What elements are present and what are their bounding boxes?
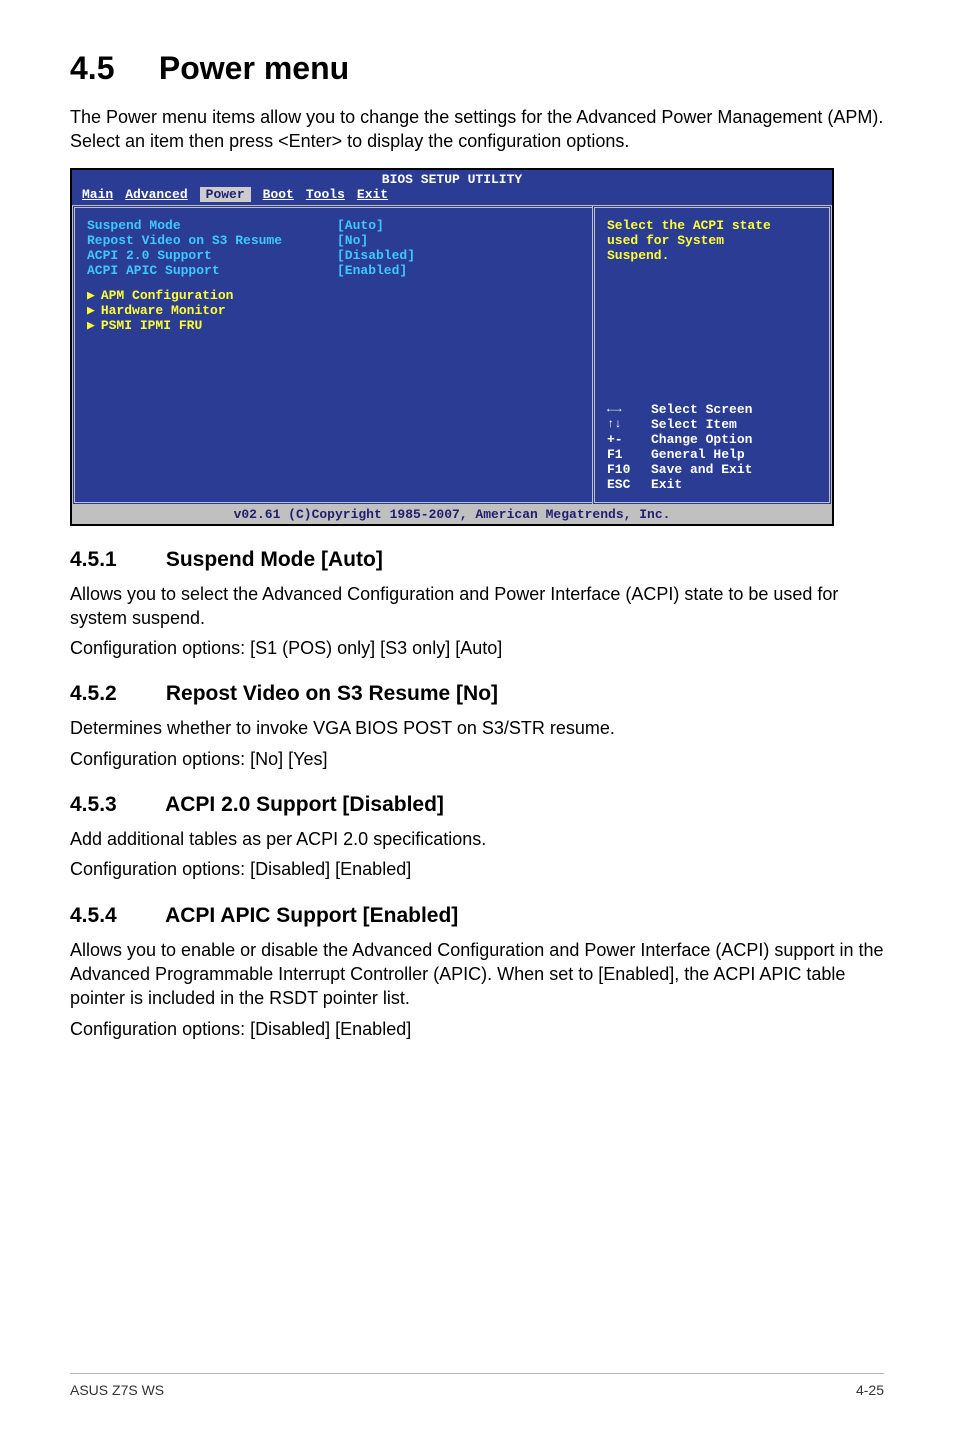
bios-submenu-hardware-monitor[interactable]: ▶ Hardware Monitor (87, 303, 580, 318)
key-label: F10 (607, 462, 651, 477)
subsection-title: Repost Video on S3 Resume [No] (166, 682, 498, 705)
bios-item-value: [No] (337, 233, 368, 248)
body-text: Determines whether to invoke VGA BIOS PO… (70, 716, 884, 740)
bios-item-value: [Disabled] (337, 248, 415, 263)
subsection-heading: 4.5.2 Repost Video on S3 Resume [No] (70, 682, 884, 706)
key-label: ←→ (607, 402, 651, 417)
subsection-title: Suspend Mode [Auto] (166, 548, 383, 571)
section-heading: 4.5 Power menu (70, 50, 884, 87)
bios-item-label: ACPI 2.0 Support (87, 248, 337, 263)
body-text: Allows you to select the Advanced Config… (70, 582, 884, 631)
subsection-heading: 4.5.3 ACPI 2.0 Support [Disabled] (70, 793, 884, 817)
bios-tab-advanced[interactable]: Advanced (125, 187, 187, 202)
bios-item-label: ACPI APIC Support (87, 263, 337, 278)
bios-tab-exit[interactable]: Exit (357, 187, 388, 202)
subsection-number: 4.5.4 (70, 904, 160, 928)
key-desc: Exit (651, 477, 682, 492)
key-desc: Change Option (651, 432, 752, 447)
bios-footer: v02.61 (C)Copyright 1985-2007, American … (72, 505, 832, 524)
bios-item-value: [Auto] (337, 218, 384, 233)
key-label: ↑↓ (607, 417, 651, 432)
body-text: Configuration options: [S1 (POS) only] [… (70, 636, 884, 660)
subsection-number: 4.5.3 (70, 793, 160, 817)
triangle-right-icon: ▶ (87, 318, 95, 333)
key-desc: Select Item (651, 417, 737, 432)
footer-left: ASUS Z7S WS (70, 1382, 164, 1398)
key-desc: Save and Exit (651, 462, 752, 477)
key-desc: Select Screen (651, 402, 752, 417)
bios-help-line: Select the ACPI state (607, 218, 817, 233)
body-text: Add additional tables as per ACPI 2.0 sp… (70, 827, 884, 851)
subsection-heading: 4.5.4 ACPI APIC Support [Enabled] (70, 904, 884, 928)
bios-key-legend: ←→Select Screen ↑↓Select Item +-Change O… (607, 402, 817, 492)
key-label: ESC (607, 477, 651, 492)
bios-item-label: Suspend Mode (87, 218, 337, 233)
triangle-right-icon: ▶ (87, 303, 95, 318)
body-text: Allows you to enable or disable the Adva… (70, 938, 884, 1011)
bios-item-value: [Enabled] (337, 263, 407, 278)
subsection-number: 4.5.1 (70, 548, 160, 572)
bios-submenu-label: APM Configuration (101, 288, 234, 303)
body-text: Configuration options: [No] [Yes] (70, 747, 884, 771)
footer-right: 4-25 (856, 1382, 884, 1398)
body-text: Configuration options: [Disabled] [Enabl… (70, 1017, 884, 1041)
bios-tab-boot[interactable]: Boot (263, 187, 294, 202)
bios-help-line: Suspend. (607, 248, 817, 263)
bios-help-line: used for System (607, 233, 817, 248)
bios-left-pane: Suspend Mode [Auto] Repost Video on S3 R… (72, 205, 592, 505)
section-title-text: Power menu (159, 50, 349, 86)
bios-figure: BIOS SETUP UTILITY Main Advanced Power B… (70, 168, 834, 526)
bios-submenu-label: PSMI IPMI FRU (101, 318, 202, 333)
bios-right-pane: Select the ACPI state used for System Su… (592, 205, 832, 505)
section-intro: The Power menu items allow you to change… (70, 105, 884, 154)
bios-item-repost-video[interactable]: Repost Video on S3 Resume [No] (87, 233, 580, 248)
section-number: 4.5 (70, 50, 150, 87)
bios-item-acpi-apic[interactable]: ACPI APIC Support [Enabled] (87, 263, 580, 278)
bios-help-text: Select the ACPI state used for System Su… (607, 218, 817, 263)
subsection-title: ACPI 2.0 Support [Disabled] (165, 793, 444, 816)
bios-submenu-label: Hardware Monitor (101, 303, 226, 318)
bios-tab-tools[interactable]: Tools (306, 187, 345, 202)
key-desc: General Help (651, 447, 745, 462)
bios-item-acpi-20[interactable]: ACPI 2.0 Support [Disabled] (87, 248, 580, 263)
bios-tab-bar: Main Advanced Power Boot Tools Exit (72, 187, 832, 205)
key-label: F1 (607, 447, 651, 462)
subsection-heading: 4.5.1 Suspend Mode [Auto] (70, 548, 884, 572)
body-text: Configuration options: [Disabled] [Enabl… (70, 857, 884, 881)
key-label: +- (607, 432, 651, 447)
page-footer: ASUS Z7S WS 4-25 (70, 1373, 884, 1398)
bios-item-label: Repost Video on S3 Resume (87, 233, 337, 248)
triangle-right-icon: ▶ (87, 288, 95, 303)
bios-tab-power[interactable]: Power (200, 187, 251, 202)
bios-submenu-apm[interactable]: ▶ APM Configuration (87, 288, 580, 303)
bios-tab-main[interactable]: Main (82, 187, 113, 202)
bios-item-suspend-mode[interactable]: Suspend Mode [Auto] (87, 218, 580, 233)
subsection-title: ACPI APIC Support [Enabled] (165, 904, 458, 927)
bios-title-bar: BIOS SETUP UTILITY (72, 170, 832, 187)
subsection-number: 4.5.2 (70, 682, 160, 706)
bios-submenu-psmi-ipmi-fru[interactable]: ▶ PSMI IPMI FRU (87, 318, 580, 333)
